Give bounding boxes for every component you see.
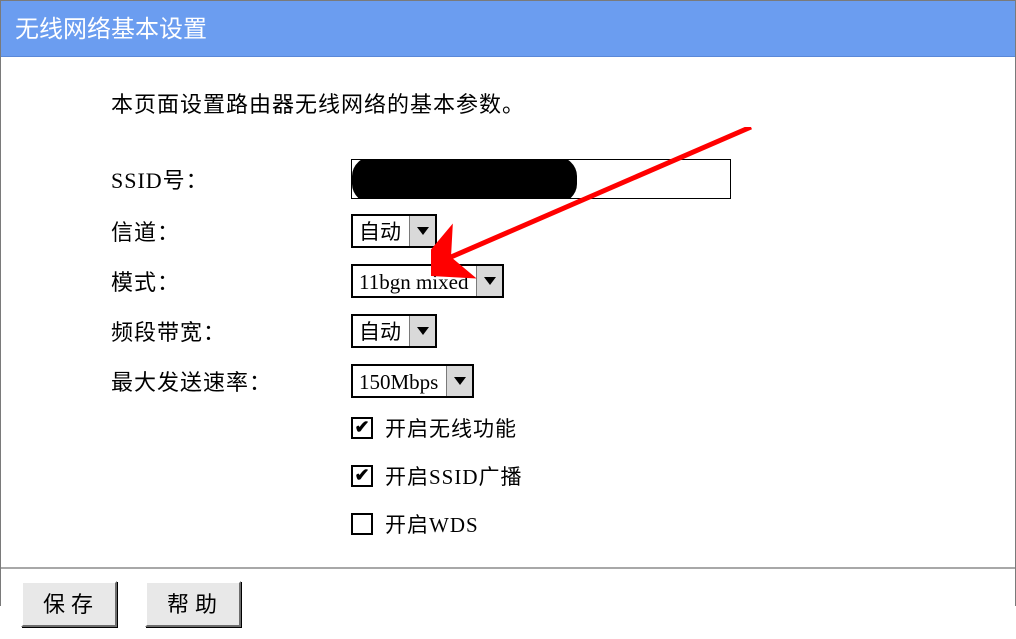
channel-select-value: 自动 — [353, 216, 409, 246]
row-enable-wds: 开启WDS — [351, 509, 1005, 539]
maxrate-select-value: 150Mbps — [353, 366, 446, 396]
dropdown-icon — [409, 316, 435, 346]
maxrate-select[interactable]: 150Mbps — [351, 364, 474, 398]
label-bandwidth: 频段带宽： — [111, 315, 351, 347]
intro-text: 本页面设置路由器无线网络的基本参数。 — [111, 87, 1005, 119]
checkbox-enable-ssid-broadcast-label: 开启SSID广播 — [385, 461, 523, 491]
label-mode: 模式： — [111, 265, 351, 297]
checkbox-enable-wireless-label: 开启无线功能 — [385, 413, 517, 443]
label-maxrate: 最大发送速率： — [111, 365, 351, 397]
checkbox-enable-wds-label: 开启WDS — [385, 509, 479, 539]
bandwidth-select-value: 自动 — [353, 316, 409, 346]
settings-window: 无线网络基本设置 本页面设置路由器无线网络的基本参数。 SSID号： 信道： 自… — [0, 0, 1016, 606]
row-enable-ssid-broadcast: 开启SSID广播 — [351, 461, 1005, 491]
checkbox-enable-ssid-broadcast[interactable] — [351, 465, 373, 487]
checkbox-enable-wireless[interactable] — [351, 417, 373, 439]
dropdown-icon — [409, 216, 435, 246]
dropdown-icon — [476, 266, 502, 296]
label-ssid: SSID号： — [111, 163, 351, 195]
row-maxrate: 最大发送速率： 150Mbps — [111, 363, 1005, 399]
window-title: 无线网络基本设置 — [15, 17, 207, 43]
help-button[interactable]: 帮助 — [145, 581, 241, 627]
footer-bar: 保存 帮助 — [1, 567, 1015, 639]
row-bandwidth: 频段带宽： 自动 — [111, 313, 1005, 349]
row-channel: 信道： 自动 — [111, 213, 1005, 249]
mode-select[interactable]: 11bgn mixed — [351, 264, 504, 298]
ssid-input[interactable] — [351, 159, 731, 199]
row-ssid: SSID号： — [111, 159, 1005, 199]
checkbox-enable-wds[interactable] — [351, 513, 373, 535]
mode-select-value: 11bgn mixed — [353, 266, 476, 296]
ssid-redaction — [352, 159, 577, 199]
bandwidth-select[interactable]: 自动 — [351, 314, 437, 348]
content-area: 本页面设置路由器无线网络的基本参数。 SSID号： 信道： 自动 模式： — [1, 57, 1015, 567]
title-bar: 无线网络基本设置 — [1, 1, 1015, 57]
label-channel: 信道： — [111, 215, 351, 247]
row-enable-wireless: 开启无线功能 — [351, 413, 1005, 443]
channel-select[interactable]: 自动 — [351, 214, 437, 248]
row-mode: 模式： 11bgn mixed — [111, 263, 1005, 299]
dropdown-icon — [446, 366, 472, 396]
save-button[interactable]: 保存 — [21, 581, 117, 627]
